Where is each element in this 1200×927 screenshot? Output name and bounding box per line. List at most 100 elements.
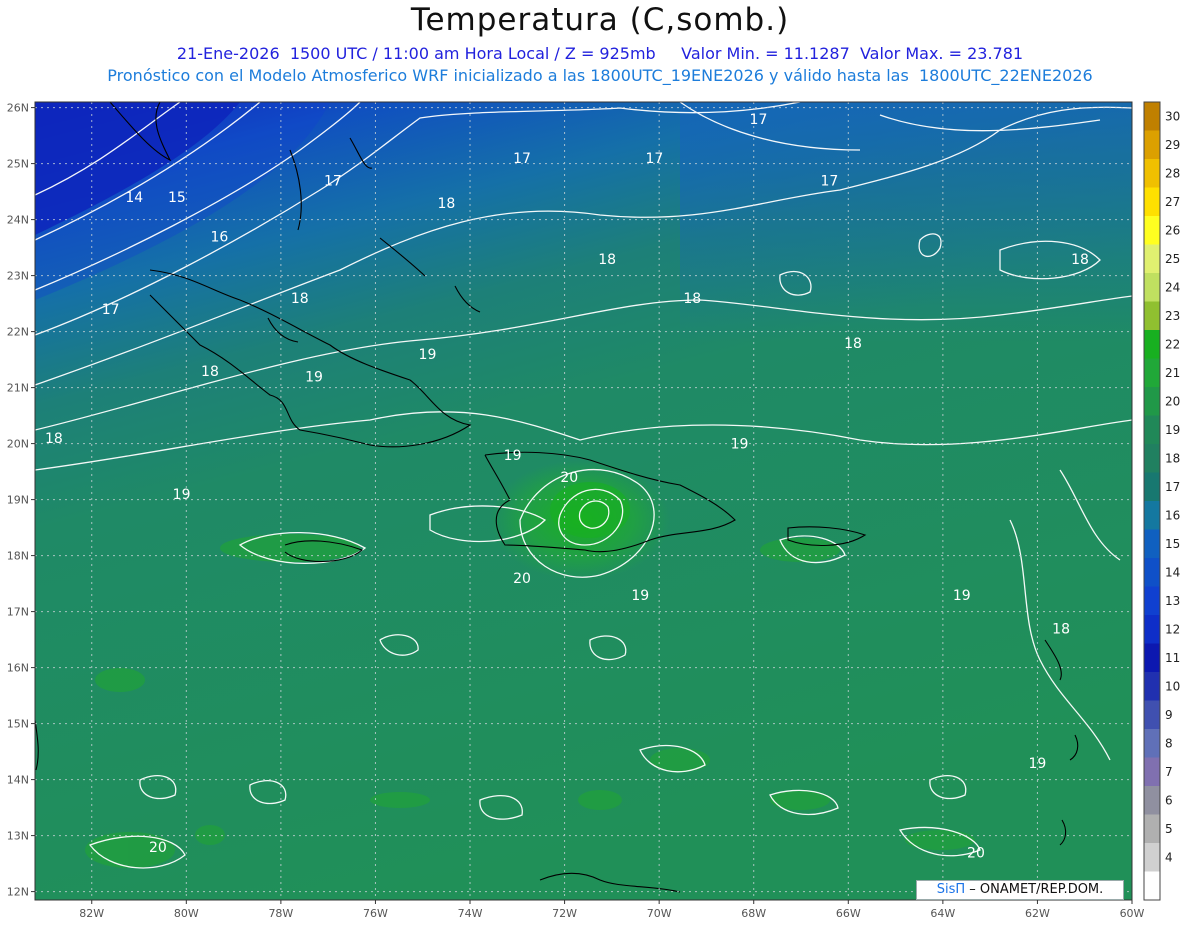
colorbar-label: 15 xyxy=(1165,537,1180,551)
colorbar-label: 21 xyxy=(1165,366,1180,380)
colorbar-swatch xyxy=(1144,387,1160,416)
contour-label: 18 xyxy=(683,291,701,307)
colorbar-label: 14 xyxy=(1165,565,1180,579)
colorbar-swatch xyxy=(1144,814,1160,844)
contour-label: 18 xyxy=(1071,252,1089,268)
contour-label: 18 xyxy=(201,364,219,380)
lat-tick-label: 19N xyxy=(7,494,29,507)
colorbar-swatch xyxy=(1144,643,1160,673)
temperature-map: 17 17 17 17 17 14 15 18 16 18 18 18 18 17 18 19 18 19 18 19… xyxy=(7,101,1180,920)
contour-label: 17 xyxy=(750,112,768,128)
lon-tick-label: 80W xyxy=(174,907,199,920)
contour-label: 18 xyxy=(45,431,63,447)
colorbar-label: 29 xyxy=(1165,138,1180,152)
contour-label: 20 xyxy=(149,840,167,856)
colorbar-label: 5 xyxy=(1165,822,1173,836)
colorbar-label: 16 xyxy=(1165,508,1180,522)
contour-label: 17 xyxy=(646,151,664,167)
contour-label: 19 xyxy=(1029,756,1047,772)
colorbar-swatch xyxy=(1144,472,1160,502)
colorbar-swatch xyxy=(1144,615,1160,644)
lon-tick-label: 78W xyxy=(268,907,293,920)
colorbar-swatch xyxy=(1144,244,1160,274)
lon-tick-label: 62W xyxy=(1025,907,1050,920)
colorbar-swatch xyxy=(1144,757,1160,787)
colorbar-label: 18 xyxy=(1165,451,1180,465)
colorbar-swatch xyxy=(1144,444,1160,473)
colorbar-swatch xyxy=(1144,159,1160,188)
colorbar-label: 7 xyxy=(1165,765,1173,779)
colorbar-swatch xyxy=(1144,273,1160,302)
lat-tick-label: 22N xyxy=(7,326,29,339)
contour-label: 17 xyxy=(820,173,838,189)
lat-tick-label: 26N xyxy=(7,102,29,115)
contour-label: 14 xyxy=(125,190,143,206)
lon-tick-label: 68W xyxy=(741,907,766,920)
lat-tick-label: 14N xyxy=(7,774,29,787)
colorbar-swatch xyxy=(1144,102,1160,131)
colorbar-label: 20 xyxy=(1165,394,1180,408)
contour-label: 17 xyxy=(513,151,531,167)
colorbar-label: 25 xyxy=(1165,252,1180,266)
colorbar-swatch xyxy=(1144,130,1160,160)
contour-label: 17 xyxy=(324,173,342,189)
colorbar-label: 28 xyxy=(1165,166,1180,180)
lat-tick-label: 17N xyxy=(7,606,29,619)
colorbar-swatch xyxy=(1144,558,1160,587)
contour-label: 19 xyxy=(953,588,971,604)
contour-label: 19 xyxy=(173,487,191,503)
longitude-axis: 82W 80W 78W 76W 74W 72W 70W 68W 66W 64W 62W 60W xyxy=(79,900,1145,920)
lon-tick-label: 72W xyxy=(552,907,577,920)
lat-tick-label: 13N xyxy=(7,830,29,843)
colorbar-swatch xyxy=(1144,729,1160,758)
lat-tick-label: 20N xyxy=(7,438,29,451)
colorbar-label: 30 xyxy=(1165,109,1180,123)
contour-label: 18 xyxy=(437,196,455,212)
colorbar-label: 10 xyxy=(1165,679,1180,693)
colorbar-label: 17 xyxy=(1165,480,1180,494)
credit-text: – ONAMET/REP.DOM. xyxy=(969,882,1104,897)
temperature-colorbar: 30 29 28 27 26 25 24 23 22 21 20 19 18 17 16 15 14 13 12 11… xyxy=(1143,101,1180,901)
contour-label: 20 xyxy=(513,571,531,587)
colorbar-swatch xyxy=(1144,216,1160,245)
colorbar-swatch xyxy=(1144,871,1160,901)
lat-tick-label: 16N xyxy=(7,662,29,675)
contour-label: 20 xyxy=(967,845,985,861)
credit-box: SisΠ – ONAMET/REP.DOM. xyxy=(916,880,1124,900)
lon-tick-label: 70W xyxy=(647,907,672,920)
contour-label: 18 xyxy=(1052,621,1070,637)
colorbar-swatch xyxy=(1144,358,1160,388)
contour-label: 18 xyxy=(844,336,862,352)
colorbar-label: 27 xyxy=(1165,195,1180,209)
contour-label: 19 xyxy=(631,588,649,604)
colorbar-swatch xyxy=(1144,672,1160,701)
colorbar-swatch xyxy=(1144,187,1160,217)
colorbar-label: 24 xyxy=(1165,280,1180,294)
contour-label: 19 xyxy=(419,347,437,363)
sispi-logo: SisΠ xyxy=(936,882,966,897)
lon-tick-label: 76W xyxy=(363,907,388,920)
lat-tick-label: 12N xyxy=(7,886,29,899)
map-field: 17 17 17 17 17 14 15 18 16 18 18 18 18 17 18 19 18 19 18 19… xyxy=(35,102,1132,900)
colorbar-swatch xyxy=(1144,586,1160,616)
contour-label: 19 xyxy=(305,369,323,385)
contour-label: 16 xyxy=(210,229,228,245)
contour-label: 19 xyxy=(731,437,749,453)
colorbar-swatch xyxy=(1144,529,1160,559)
lat-tick-label: 15N xyxy=(7,718,29,731)
lat-tick-label: 18N xyxy=(7,550,29,563)
contour-label: 19 xyxy=(504,448,522,464)
colorbar-label: 11 xyxy=(1165,651,1180,665)
colorbar-swatch xyxy=(1144,843,1160,872)
colorbar-label: 9 xyxy=(1165,708,1173,722)
colorbar-swatch xyxy=(1144,700,1160,730)
colorbar-label: 6 xyxy=(1165,793,1173,807)
colorbar-swatch xyxy=(1144,786,1160,815)
contour-label: 18 xyxy=(598,252,616,268)
lat-tick-label: 24N xyxy=(7,214,29,227)
contour-label: 17 xyxy=(102,302,120,318)
latitude-axis: 26N 25N 24N 23N 22N 21N 20N 19N 18N 17N 16N 15N 14N 1… xyxy=(7,102,35,899)
colorbar-label: 12 xyxy=(1165,622,1180,636)
colorbar-label: 19 xyxy=(1165,423,1180,437)
colorbar-swatch xyxy=(1144,330,1160,359)
